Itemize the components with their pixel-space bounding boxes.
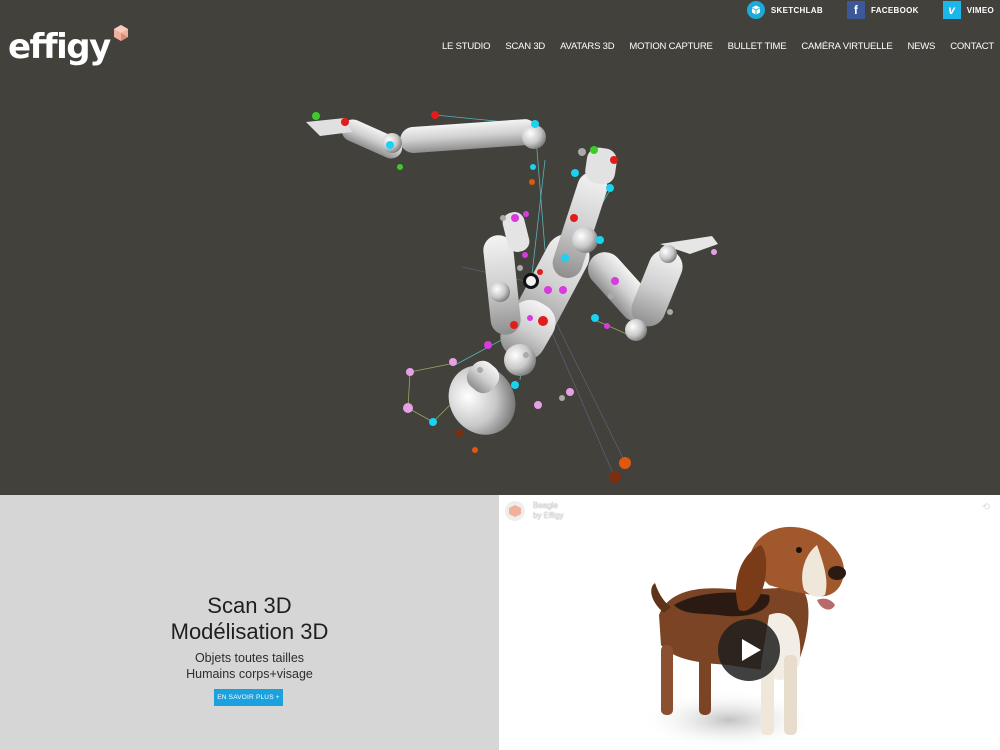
social-link-vimeo[interactable]: v VIMEO <box>942 0 1000 20</box>
model-author[interactable]: by Effigy <box>533 511 564 521</box>
sketchfab-icon <box>746 1 765 19</box>
nav-item-le-studio[interactable]: LE STUDIO <box>442 41 491 52</box>
play-button[interactable] <box>718 619 780 681</box>
promo-subtitle-line1: Objets toutes tailles <box>194 651 305 665</box>
page: effigy SKETCHLAB f FACEBOOK v VIMEO LE S… <box>0 0 1000 750</box>
nav-item-motion-capture[interactable]: MOTION CAPTURE <box>629 41 712 52</box>
model-name[interactable]: Beagle <box>533 501 564 511</box>
nav-item-scan-3d[interactable]: SCAN 3D <box>505 41 545 52</box>
scan-3d-promo-panel: Scan 3D Modélisation 3D Objets toutes ta… <box>0 495 499 750</box>
social-link-sketchfab[interactable]: SKETCHLAB <box>746 0 829 20</box>
social-links: SKETCHLAB f FACEBOOK v VIMEO <box>729 0 1000 20</box>
play-icon <box>742 639 761 661</box>
nav-item-camera-virtuelle[interactable]: CAMÉRA VIRTUELLE <box>801 41 892 52</box>
sketchfab-model-viewer[interactable]: Beagle by Effigy ⟲ <box>499 495 1000 750</box>
learn-more-button[interactable]: EN SAVOIR PLUS + <box>214 689 283 706</box>
hero-motion-capture-banner: effigy SKETCHLAB f FACEBOOK v VIMEO LE S… <box>0 0 1000 495</box>
promo-title-line1: Scan 3D <box>207 593 292 618</box>
sketchfab-label: SKETCHLAB <box>770 5 823 15</box>
nav-item-contact[interactable]: CONTACT <box>950 41 994 52</box>
nav-item-bullet-time[interactable]: BULLET TIME <box>728 41 787 52</box>
share-icon[interactable]: ⟲ <box>982 502 990 513</box>
author-avatar-icon <box>509 505 521 517</box>
promo-subtitle-line2: Humains corps+visage <box>186 667 313 681</box>
social-link-facebook[interactable]: f FACEBOOK <box>846 0 925 20</box>
vimeo-icon: v <box>942 1 961 19</box>
author-avatar[interactable] <box>505 501 525 521</box>
nav-item-news[interactable]: NEWS <box>907 41 935 52</box>
logo-text: effigy <box>8 27 111 67</box>
viewer-header: Beagle by Effigy <box>505 501 564 521</box>
promo-title-line2: Modélisation 3D <box>170 619 329 644</box>
vimeo-label: VIMEO <box>966 5 994 15</box>
main-nav: LE STUDIO SCAN 3D AVATARS 3D MOTION CAPT… <box>427 41 994 52</box>
motion-capture-figure <box>306 111 718 483</box>
effigy-logo[interactable]: effigy <box>8 25 130 67</box>
facebook-label: FACEBOOK <box>870 5 919 15</box>
facebook-icon: f <box>846 1 865 19</box>
logo-gem-icon <box>113 25 128 41</box>
nav-item-avatars-3d[interactable]: AVATARS 3D <box>560 41 615 52</box>
